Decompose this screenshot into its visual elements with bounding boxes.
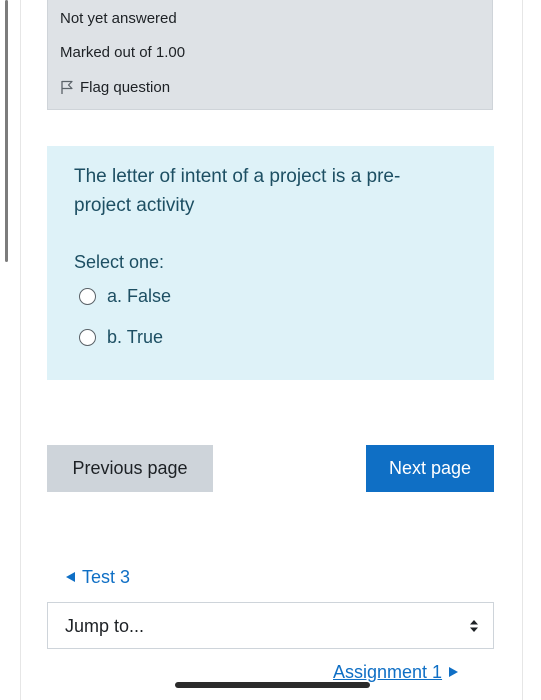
question-info-panel: Not yet answered Marked out of 1.00 Flag… xyxy=(47,0,493,110)
flag-question-link[interactable]: Flag question xyxy=(60,79,170,96)
flag-question-label: Flag question xyxy=(80,79,171,96)
radio-button[interactable] xyxy=(79,288,96,305)
answer-label: b. True xyxy=(107,327,164,347)
question-content: The letter of intent of a project is a p… xyxy=(47,146,494,380)
previous-activity-link[interactable]: Test 3 xyxy=(65,567,130,588)
select-updown-icon xyxy=(469,619,479,638)
answer-label: a. False xyxy=(107,286,172,306)
jump-to-placeholder: Jump to... xyxy=(65,616,145,636)
answer-option-false[interactable]: a. False xyxy=(79,286,171,307)
previous-activity-label: Test 3 xyxy=(82,567,131,587)
home-indicator[interactable] xyxy=(175,682,370,688)
triangle-right-icon xyxy=(448,662,459,683)
next-activity-link[interactable]: Assignment 1 xyxy=(333,662,459,683)
next-activity-label: Assignment 1 xyxy=(333,662,443,682)
triangle-left-icon xyxy=(65,567,76,588)
question-text: The letter of intent of a project is a p… xyxy=(74,166,401,216)
previous-page-button[interactable]: Previous page xyxy=(47,445,213,492)
next-page-button[interactable]: Next page xyxy=(366,445,494,492)
question-marks: Marked out of 1.00 xyxy=(60,44,186,61)
question-state: Not yet answered xyxy=(60,10,177,27)
radio-button[interactable] xyxy=(79,329,96,346)
select-one-prompt: Select one: xyxy=(74,252,165,272)
jump-to-select[interactable]: Jump to... xyxy=(47,602,494,649)
flag-icon xyxy=(60,80,74,95)
answer-option-true[interactable]: b. True xyxy=(79,327,163,348)
scroll-indicator[interactable] xyxy=(5,0,8,262)
